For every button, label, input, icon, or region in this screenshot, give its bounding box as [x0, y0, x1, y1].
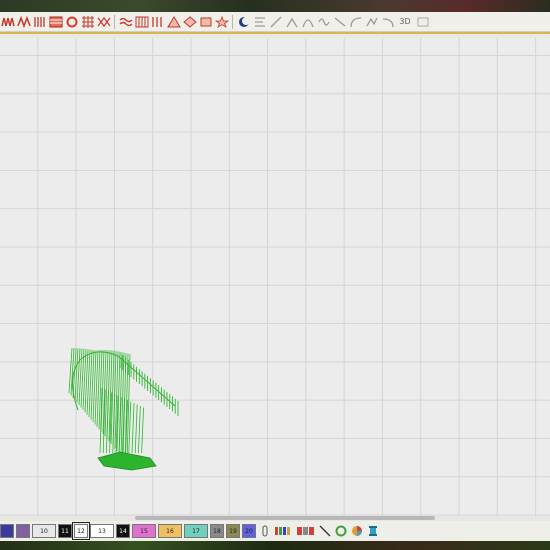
palette-swatch[interactable]: 20	[242, 524, 256, 538]
palette-swatch[interactable]: 10	[32, 524, 56, 538]
toolbar-separator	[114, 14, 115, 29]
design-canvas[interactable]	[0, 38, 550, 518]
palette-swatch[interactable]: 13	[90, 524, 114, 538]
thread-spool-icon[interactable]	[366, 524, 380, 538]
stitch-shape	[68, 347, 179, 471]
circle-icon[interactable]	[334, 524, 348, 538]
crescent-icon[interactable]	[236, 15, 251, 29]
line-tool-icon[interactable]	[284, 15, 299, 29]
star-fill-icon[interactable]	[214, 15, 229, 29]
palette-swatch-selected[interactable]: 12	[72, 522, 90, 540]
palette-swatch[interactable]: 18	[210, 524, 224, 538]
curve-tool-icon[interactable]	[380, 15, 395, 29]
zigzag-stitch-icon[interactable]	[16, 15, 31, 29]
palette-swatch[interactable]: 15	[132, 524, 156, 538]
circle-stitch-icon[interactable]	[64, 15, 79, 29]
line-icon[interactable]	[318, 524, 332, 538]
stitch-toolbar: 3D	[0, 12, 550, 32]
color-bars-icon[interactable]	[274, 524, 294, 538]
triangle-fill-icon[interactable]	[166, 15, 181, 29]
column-stitch-icon[interactable]	[32, 15, 47, 29]
color-wheel-icon[interactable]	[350, 524, 364, 538]
palette-swatch[interactable]: 11	[58, 524, 72, 538]
square-fill-icon[interactable]	[198, 15, 213, 29]
palette-swatch[interactable]: 17	[184, 524, 208, 538]
sequence-icon[interactable]	[296, 524, 316, 538]
column-fill-icon[interactable]	[134, 15, 149, 29]
view-3d-button[interactable]: 3D	[396, 15, 414, 29]
curve-tool-icon[interactable]	[316, 15, 331, 29]
line-tool-icon[interactable]	[364, 15, 379, 29]
fill-stitch-icon[interactable]	[48, 15, 63, 29]
embroidery-design	[68, 347, 179, 471]
palette-swatch[interactable]	[16, 524, 30, 538]
palette-swatch[interactable]: 14	[116, 524, 130, 538]
grid-stitch-icon[interactable]	[80, 15, 95, 29]
needle-icon[interactable]	[258, 524, 272, 538]
zigzag-stitch-icon[interactable]	[0, 15, 15, 29]
desktop-background-bottom	[0, 541, 550, 550]
line-tool-icon[interactable]	[268, 15, 283, 29]
diamond-fill-icon[interactable]	[182, 15, 197, 29]
palette-swatch[interactable]: 16	[158, 524, 182, 538]
lace-stitch-icon[interactable]	[96, 15, 111, 29]
palette-swatch[interactable]: 19	[226, 524, 240, 538]
toolbar-separator	[232, 14, 233, 29]
toolbar-overflow-icon[interactable]	[415, 15, 430, 29]
wave-stitch-icon[interactable]	[118, 15, 133, 29]
line-tool-icon[interactable]	[332, 15, 347, 29]
column-fill-icon[interactable]	[150, 15, 165, 29]
palette-swatch[interactable]	[0, 524, 14, 538]
scrollbar-thumb[interactable]	[135, 516, 435, 520]
curve-tool-icon[interactable]	[348, 15, 363, 29]
curve-tool-icon[interactable]	[300, 15, 315, 29]
align-icon[interactable]	[252, 15, 267, 29]
thread-palette-bar: 10 11 12 13 14 15 16 17 18 19 20	[0, 521, 550, 541]
